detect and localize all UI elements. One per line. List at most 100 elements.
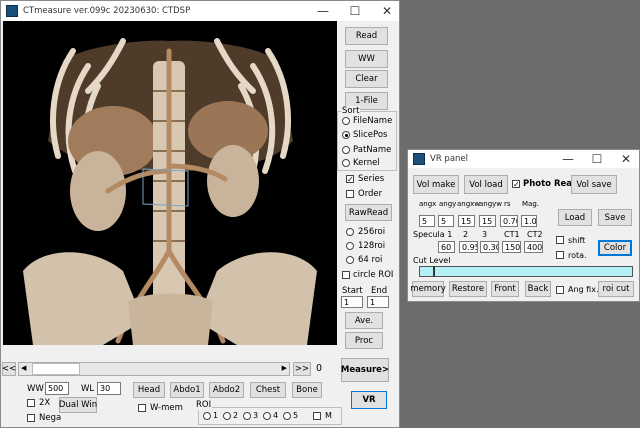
roi-radio-3[interactable] [243, 412, 251, 420]
app-icon [6, 5, 18, 17]
roi-radio-2-label: 2 [233, 411, 239, 420]
restore-button[interactable]: Restore [449, 281, 487, 297]
shift-checkbox[interactable] [556, 236, 564, 244]
vr-close-icon[interactable]: ✕ [612, 150, 640, 168]
photo-real-checkbox[interactable]: ✓ [512, 180, 520, 189]
clear-button[interactable]: Clear [345, 70, 388, 88]
preset-chest-button[interactable]: Chest [250, 382, 286, 398]
rota-checkbox[interactable] [556, 251, 564, 259]
front-button[interactable]: Front [491, 281, 519, 297]
preset-bone-button[interactable]: Bone [292, 382, 322, 398]
ct1-label: CT1 [504, 230, 520, 239]
slice-scrollbar[interactable]: ◀ ▶ [18, 362, 290, 376]
vr-minimize-icon[interactable]: — [554, 150, 582, 168]
scroll-right-arrow-icon[interactable]: ▶ [282, 364, 287, 372]
spec-2-label: 2 [463, 230, 469, 239]
angx-field[interactable]: 5 [419, 215, 435, 227]
preset-head-button[interactable]: Head [133, 382, 165, 398]
vr-button[interactable]: VR [351, 391, 387, 409]
w-mem-checkbox[interactable] [138, 404, 146, 412]
ct-viewport[interactable] [3, 21, 337, 345]
ct1-field[interactable]: 150 [502, 241, 521, 253]
next-fast-button[interactable]: >> [293, 362, 311, 376]
minimize-icon[interactable]: — [309, 1, 337, 21]
photo-real-label: Photo Real [523, 179, 575, 189]
ww-field[interactable]: 500 [45, 382, 69, 395]
vr-maximize-icon[interactable]: ☐ [583, 150, 611, 168]
sort-patname-radio[interactable] [342, 146, 350, 154]
scroll-thumb[interactable] [32, 363, 80, 375]
rs-label: rs [504, 200, 511, 208]
specula3-field[interactable]: 0.30 [480, 241, 499, 253]
roi-m-checkbox[interactable] [313, 412, 321, 420]
prev-fast-button[interactable]: << [2, 362, 16, 376]
roi-radio-3-label: 3 [253, 411, 259, 420]
end-label: End [371, 286, 388, 296]
sort-kernel-radio[interactable] [342, 159, 350, 167]
ang-fix-label: Ang fix. [568, 285, 599, 294]
end-field[interactable]: 1 [367, 296, 389, 308]
roi-radio-4[interactable] [263, 412, 271, 420]
preset-abdo1-button[interactable]: Abdo1 [170, 382, 204, 398]
vol-make-button[interactable]: Vol make [413, 175, 459, 194]
roi-128-radio[interactable] [346, 242, 354, 250]
angy-field[interactable]: 5 [438, 215, 454, 227]
memory-button[interactable]: memory [410, 281, 446, 297]
circle-roi-checkbox[interactable] [342, 271, 350, 279]
ct2-field[interactable]: 400 [524, 241, 543, 253]
roi-radio-2[interactable] [223, 412, 231, 420]
roi-256-radio[interactable] [346, 228, 354, 236]
scroll-left-arrow-icon[interactable]: ◀ [21, 364, 26, 372]
roi-64-radio[interactable] [346, 256, 354, 264]
save-button[interactable]: Save [598, 209, 632, 226]
vr-panel-window: VR panel — ☐ ✕ Vol make Vol load ✓ Photo… [407, 149, 640, 302]
roi-128-label: 128roi [358, 241, 386, 251]
read-button[interactable]: Read [345, 27, 388, 45]
w-mem-label: W-mem [150, 403, 183, 413]
load-button[interactable]: Load [558, 209, 592, 226]
cut-level-slider-thumb[interactable] [433, 266, 435, 277]
circle-roi-label: circle ROI [353, 270, 394, 280]
order-label: Order [358, 189, 383, 199]
rs-field[interactable]: 0.70 [500, 215, 518, 227]
sort-slicepos-label: SlicePos [353, 130, 388, 140]
main-title-bar: CTmeasure ver.099c 20230630: CTDSP — ☐ ✕ [1, 1, 399, 21]
vol-save-button[interactable]: Vol save [571, 175, 617, 194]
rota-label: rota. [568, 251, 587, 260]
ang-fix-checkbox[interactable] [556, 286, 564, 294]
dual-win-button[interactable]: Dual Win [59, 397, 97, 413]
close-icon[interactable]: ✕ [373, 1, 401, 21]
sort-slicepos-radio[interactable] [342, 131, 350, 139]
proc-button[interactable]: Proc [345, 332, 383, 349]
specula1-field[interactable]: 60 [438, 241, 455, 253]
roi-radio-5[interactable] [283, 412, 291, 420]
start-field[interactable]: 1 [341, 296, 363, 308]
roi-cut-button[interactable]: roi cut [598, 281, 634, 297]
mag-field[interactable]: 1.0 [521, 215, 537, 227]
ave-button[interactable]: Ave. [345, 312, 383, 329]
nega-checkbox[interactable] [27, 414, 35, 422]
angxw-field[interactable]: 15 [458, 215, 475, 227]
sort-filename-radio[interactable] [342, 117, 350, 125]
color-button[interactable]: Color [598, 240, 632, 256]
preset-abdo2-button[interactable]: Abdo2 [209, 382, 244, 398]
specula2-field[interactable]: 0.95 [459, 241, 478, 253]
roi-radio-1[interactable] [203, 412, 211, 420]
sort-patname-label: PatName [353, 145, 392, 155]
rawread-button[interactable]: RawRead [345, 204, 392, 221]
wl-field[interactable]: 30 [97, 382, 121, 395]
angyw-field[interactable]: 15 [479, 215, 496, 227]
roi-radio-1-label: 1 [213, 411, 219, 420]
vr-panel-title-bar: VR panel — ☐ ✕ [408, 150, 639, 168]
order-checkbox[interactable] [346, 190, 354, 198]
measure-button[interactable]: Measure> [341, 358, 389, 382]
series-checkbox[interactable]: ✓ [346, 175, 354, 184]
maximize-icon[interactable]: ☐ [341, 1, 369, 21]
angyw-label: angyw [479, 200, 503, 208]
back-button[interactable]: Back [525, 281, 551, 297]
ww-button[interactable]: WW [345, 50, 388, 68]
zoom-2x-checkbox[interactable] [27, 399, 35, 407]
ww-label: WW [27, 384, 44, 394]
cut-level-slider[interactable] [419, 266, 633, 277]
vol-load-button[interactable]: Vol load [464, 175, 508, 194]
